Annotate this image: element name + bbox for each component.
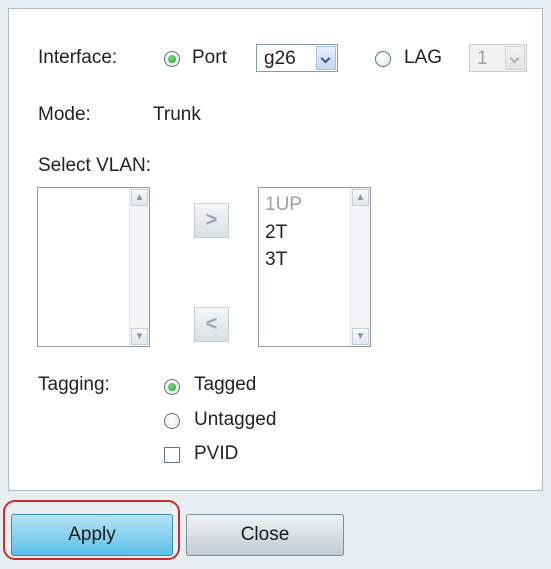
- selected-vlan-list[interactable]: 1UP 2T 3T ▲ ▼: [258, 187, 371, 347]
- scroll-up-icon[interactable]: ▲: [352, 189, 369, 206]
- apply-button[interactable]: Apply: [11, 514, 173, 556]
- list-item[interactable]: 1UP: [265, 194, 302, 216]
- port-select[interactable]: g26: [256, 44, 338, 72]
- tagged-radio[interactable]: [164, 379, 180, 395]
- chevron-down-icon: [316, 46, 336, 70]
- tagging-label: Tagging:: [38, 374, 110, 395]
- list-item[interactable]: 2T: [265, 222, 287, 244]
- mode-value: Trunk: [153, 104, 201, 125]
- available-list-scrollbar[interactable]: ▲ ▼: [129, 188, 149, 346]
- scroll-down-icon[interactable]: ▼: [352, 328, 369, 345]
- lag-select[interactable]: 1: [469, 44, 527, 72]
- port-radio[interactable]: [164, 51, 180, 67]
- scroll-down-icon[interactable]: ▼: [131, 328, 148, 345]
- untagged-label: Untagged: [194, 409, 277, 430]
- selected-list-scrollbar[interactable]: ▲ ▼: [350, 188, 370, 346]
- pvid-checkbox[interactable]: [164, 447, 180, 463]
- mode-label: Mode:: [38, 104, 91, 125]
- untagged-radio[interactable]: [164, 413, 180, 429]
- lag-select-value: 1: [477, 48, 488, 69]
- available-vlan-list[interactable]: ▲ ▼: [37, 187, 150, 347]
- list-item[interactable]: 3T: [265, 249, 287, 271]
- select-vlan-label: Select VLAN:: [38, 155, 151, 176]
- interface-label: Interface:: [38, 47, 118, 68]
- lag-radio[interactable]: [375, 51, 391, 67]
- pvid-label: PVID: [194, 443, 239, 464]
- chevron-down-icon: [505, 46, 525, 70]
- port-select-value: g26: [264, 48, 296, 69]
- vlan-membership-form: Interface: Port g26 LAG 1 Mode: Trunk Se…: [8, 8, 543, 491]
- tagged-label: Tagged: [194, 374, 257, 395]
- close-button[interactable]: Close: [186, 514, 344, 556]
- remove-vlan-button[interactable]: <: [194, 307, 229, 342]
- add-vlan-button[interactable]: >: [194, 203, 229, 238]
- lag-label: LAG: [404, 47, 443, 68]
- scroll-up-icon[interactable]: ▲: [131, 189, 148, 206]
- port-label: Port: [192, 47, 227, 68]
